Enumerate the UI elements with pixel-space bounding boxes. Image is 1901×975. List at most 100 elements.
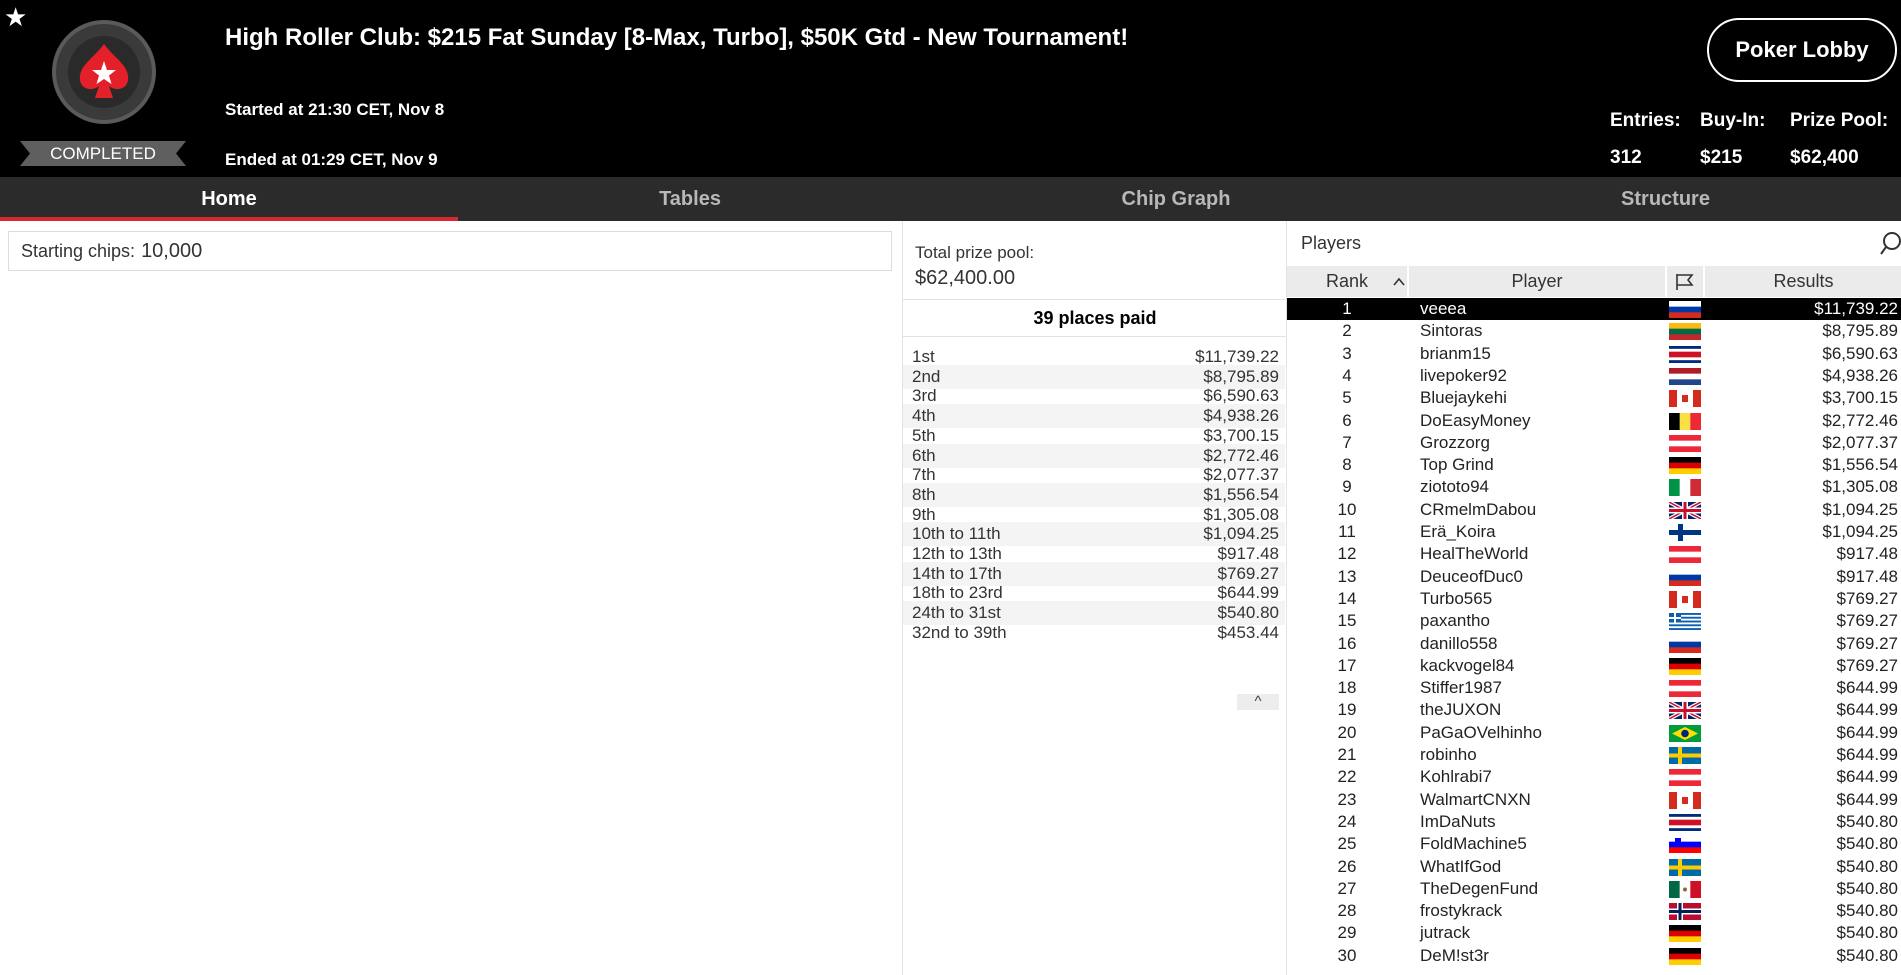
starting-chips-value: 10,000: [141, 240, 203, 262]
player-row[interactable]: 17 kackvogel84 $769.27: [1287, 655, 1901, 677]
tournament-title: High Roller Club: $215 Fat Sunday [8-Max…: [225, 24, 1129, 51]
player-result: $11,739.22: [1814, 299, 1898, 318]
player-name: livepoker92: [1420, 365, 1507, 385]
austria-flag-icon: [1669, 434, 1701, 453]
player-rank: 22: [1337, 767, 1357, 787]
player-name: TheDegenFund: [1420, 878, 1539, 898]
player-row[interactable]: 16 danillo558 $769.27: [1287, 633, 1901, 655]
player-row[interactable]: 6 DoEasyMoney $2,772.46: [1287, 410, 1901, 432]
player-row[interactable]: 10 CRmelmDabou $1,094.25: [1287, 499, 1901, 521]
player-rank: 14: [1337, 588, 1357, 608]
rank-column-header[interactable]: Rank: [1287, 266, 1407, 297]
player-name: Turbo565: [1420, 588, 1493, 608]
player-row[interactable]: 14 Turbo565 $769.27: [1287, 588, 1901, 610]
player-row[interactable]: 8 Top Grind $1,556.54: [1287, 454, 1901, 476]
greece-flag-icon: [1669, 613, 1701, 631]
chevron-up-icon[interactable]: ^: [1237, 694, 1279, 710]
player-result: $917.48: [1836, 566, 1898, 586]
player-row[interactable]: 3 brianm15 $6,590.63: [1287, 343, 1901, 365]
entries-value: 312: [1610, 147, 1642, 168]
player-row[interactable]: 20 PaGaOVelhinho $644.99: [1287, 722, 1901, 744]
results-column-header[interactable]: Results: [1705, 266, 1901, 297]
player-row[interactable]: 7 Grozzorg $2,077.37: [1287, 432, 1901, 454]
germany-flag-icon: [1669, 947, 1701, 965]
player-rank: 3: [1342, 343, 1352, 363]
player-name: Bluejaykehi: [1420, 388, 1507, 408]
player-row[interactable]: 9 ziototo94 $1,305.08: [1287, 476, 1901, 498]
start-time: Started at 21:30 CET, Nov 8: [225, 100, 445, 119]
spade-star-logo: [52, 20, 156, 124]
player-name: Stiffer1987: [1420, 678, 1502, 698]
player-row[interactable]: 27 TheDegenFund $540.80: [1287, 878, 1901, 900]
tab-structure[interactable]: Structure: [1430, 177, 1901, 221]
entries-label: Entries:: [1610, 110, 1681, 131]
tab-home[interactable]: Home: [0, 177, 458, 221]
player-row[interactable]: 5 Bluejaykehi $3,700.15: [1287, 387, 1901, 409]
search-icon[interactable]: [1880, 231, 1901, 257]
player-row[interactable]: 13 DeuceofDuc0 $917.48: [1287, 566, 1901, 588]
player-result: $1,556.54: [1822, 455, 1898, 475]
player-row[interactable]: 11 Erä_Koira $1,094.25: [1287, 521, 1901, 543]
player-row[interactable]: 25 FoldMachine5 $540.80: [1287, 833, 1901, 855]
russia-flag-icon: [1669, 301, 1701, 319]
player-column-header[interactable]: Player: [1409, 266, 1665, 297]
payout-place: 32nd to 39th: [912, 622, 1007, 642]
player-result: $644.99: [1836, 678, 1898, 698]
active-tab-indicator: [0, 217, 458, 221]
player-rank: 20: [1337, 722, 1357, 742]
player-row[interactable]: 2 Sintoras $8,795.89: [1287, 320, 1901, 342]
player-name: frostykrack: [1420, 901, 1503, 921]
player-name: ziototo94: [1420, 477, 1489, 497]
payout-amount: $453.44: [1217, 622, 1279, 642]
player-row[interactable]: 23 WalmartCNXN $644.99: [1287, 789, 1901, 811]
poker-lobby-button[interactable]: Poker Lobby: [1707, 18, 1897, 82]
player-rank: 1: [1342, 299, 1352, 318]
player-rank: 18: [1337, 678, 1357, 698]
germany-flag-icon: [1669, 925, 1701, 943]
player-name: Kohlrabi7: [1420, 767, 1492, 787]
payout-row: 32nd to 39th $453.44: [903, 621, 1285, 645]
player-name: Erä_Koira: [1420, 522, 1496, 541]
player-rank: 30: [1337, 945, 1357, 965]
player-row[interactable]: 29 jutrack $540.80: [1287, 922, 1901, 944]
star-icon[interactable]: ★: [4, 4, 27, 30]
flag-column-header[interactable]: [1667, 266, 1703, 297]
player-row[interactable]: 21 robinho $644.99: [1287, 744, 1901, 766]
player-row[interactable]: 12 HealTheWorld $917.48: [1287, 543, 1901, 565]
costa-rica-flag-icon: [1669, 345, 1701, 363]
player-name: DoEasyMoney: [1420, 410, 1531, 430]
player-row[interactable]: 28 frostykrack $540.80: [1287, 900, 1901, 922]
player-row[interactable]: 24 ImDaNuts $540.80: [1287, 811, 1901, 833]
player-result: $540.80: [1836, 878, 1898, 898]
player-name: Sintoras: [1420, 321, 1483, 341]
player-row[interactable]: 4 livepoker92 $4,938.26: [1287, 365, 1901, 387]
player-name: theJUXON: [1420, 700, 1502, 720]
player-result: $540.80: [1836, 811, 1898, 831]
player-name: WhatIfGod: [1420, 856, 1502, 876]
player-rank: 23: [1337, 789, 1357, 809]
status-badge: COMPLETED: [20, 141, 186, 166]
player-result: $8,795.89: [1822, 321, 1898, 341]
russia-flag-icon: [1669, 568, 1701, 586]
chevron-up-icon: [1393, 277, 1405, 286]
buyin-label: Buy-In:: [1700, 110, 1766, 131]
tab-tables[interactable]: Tables: [458, 177, 922, 221]
canada-flag-icon: [1669, 390, 1702, 408]
starting-chips-label: Starting chips:: [21, 241, 136, 261]
player-rank: 8: [1342, 455, 1352, 475]
tab-chip-graph[interactable]: Chip Graph: [922, 177, 1430, 221]
player-row[interactable]: 15 paxantho $769.27: [1287, 610, 1901, 632]
player-rank: 17: [1337, 655, 1357, 675]
player-name: robinho: [1420, 745, 1477, 764]
player-row[interactable]: 30 DeM!st3r $540.80: [1287, 945, 1901, 967]
player-name: brianm15: [1420, 343, 1491, 363]
mexico-flag-icon: [1669, 880, 1702, 898]
italy-flag-icon: [1669, 479, 1702, 497]
player-row[interactable]: 1 veeea $11,739.22: [1287, 298, 1901, 321]
starting-chips-box: Starting chips: 10,000: [8, 231, 892, 271]
player-row[interactable]: 26 WhatIfGod $540.80: [1287, 856, 1901, 878]
player-row[interactable]: 18 Stiffer1987 $644.99: [1287, 677, 1901, 699]
player-row[interactable]: 19 theJUXON $644.99: [1287, 699, 1901, 722]
player-row[interactable]: 22 Kohlrabi7 $644.99: [1287, 766, 1901, 788]
player-result: $2,077.37: [1822, 432, 1898, 452]
